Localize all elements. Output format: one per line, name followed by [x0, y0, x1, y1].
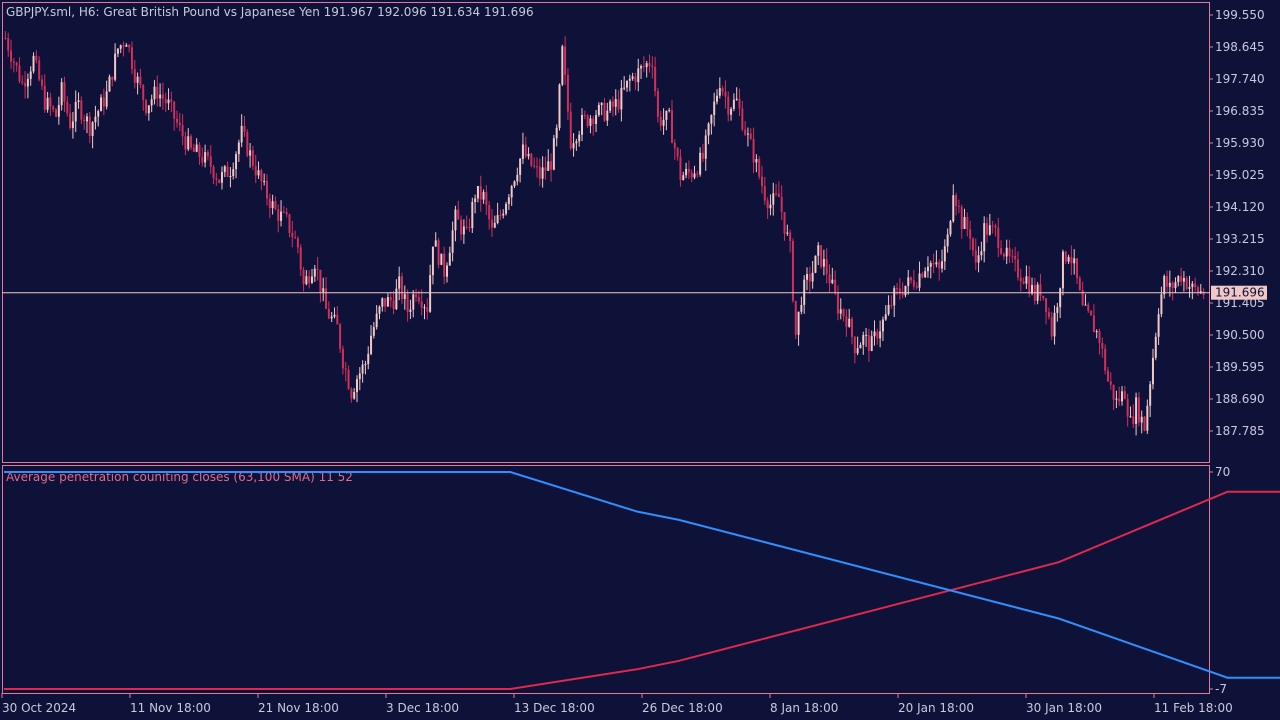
candle — [339, 322, 342, 353]
indicator-tick-label: 70 — [1215, 465, 1230, 479]
price-tick-label: 197.740 — [1215, 72, 1265, 86]
price-tick-label: 193.215 — [1215, 232, 1265, 246]
candle — [1154, 332, 1157, 361]
candle — [1143, 416, 1146, 432]
time-tick-label: 3 Dec 18:00 — [386, 701, 459, 715]
price-tick-label: 189.595 — [1215, 360, 1265, 374]
chart-background — [0, 0, 1280, 720]
time-tick-label: 11 Nov 18:00 — [130, 701, 211, 715]
price-chart-window[interactable]: GBPJPY.sml, H6: Great British Pound vs J… — [0, 0, 1280, 720]
candle — [758, 156, 761, 180]
candle — [471, 197, 474, 233]
candle — [820, 244, 823, 269]
candle — [246, 129, 249, 158]
indicator-tick-label: -7 — [1215, 682, 1227, 696]
price-tick-label: 195.025 — [1215, 168, 1265, 182]
current-price-tag: 191.696 — [1211, 285, 1267, 300]
price-tick-label: 195.930 — [1215, 136, 1265, 150]
candle — [440, 253, 443, 266]
candle — [437, 238, 440, 269]
time-tick-label: 8 Jan 18:00 — [770, 701, 838, 715]
time-tick-label: 30 Jan 18:00 — [1026, 701, 1102, 715]
candle — [552, 134, 555, 171]
candle — [530, 152, 533, 168]
candle — [1104, 344, 1107, 375]
time-tick-label: 30 Oct 2024 — [2, 701, 76, 715]
time-tick-label: 20 Jan 18:00 — [898, 701, 974, 715]
candle — [561, 44, 564, 87]
price-tick-label: 188.690 — [1215, 392, 1265, 406]
candle — [558, 83, 561, 131]
candle — [1185, 275, 1188, 291]
candle — [108, 74, 111, 92]
time-tick-label: 13 Dec 18:00 — [514, 701, 595, 715]
time-tick-label: 11 Feb 18:00 — [1154, 701, 1233, 715]
candle — [55, 108, 58, 118]
price-tick-label: 198.645 — [1215, 40, 1265, 54]
candle — [949, 219, 952, 237]
price-tick-label: 194.120 — [1215, 200, 1265, 214]
price-tick-label: 187.785 — [1215, 424, 1265, 438]
candle — [145, 99, 148, 116]
current-price-tag-text: 191.696 — [1215, 286, 1265, 300]
candle — [1090, 310, 1093, 316]
price-tick-label: 199.550 — [1215, 8, 1265, 22]
price-tick-label: 196.835 — [1215, 104, 1265, 118]
candle — [794, 300, 797, 340]
time-tick-label: 26 Dec 18:00 — [642, 701, 723, 715]
candle — [814, 255, 817, 274]
price-tick-label: 190.500 — [1215, 328, 1265, 342]
chart-title: GBPJPY.sml, H6: Great British Pound vs J… — [6, 5, 534, 19]
time-tick-label: 21 Nov 18:00 — [258, 701, 339, 715]
price-tick-label: 192.310 — [1215, 264, 1265, 278]
